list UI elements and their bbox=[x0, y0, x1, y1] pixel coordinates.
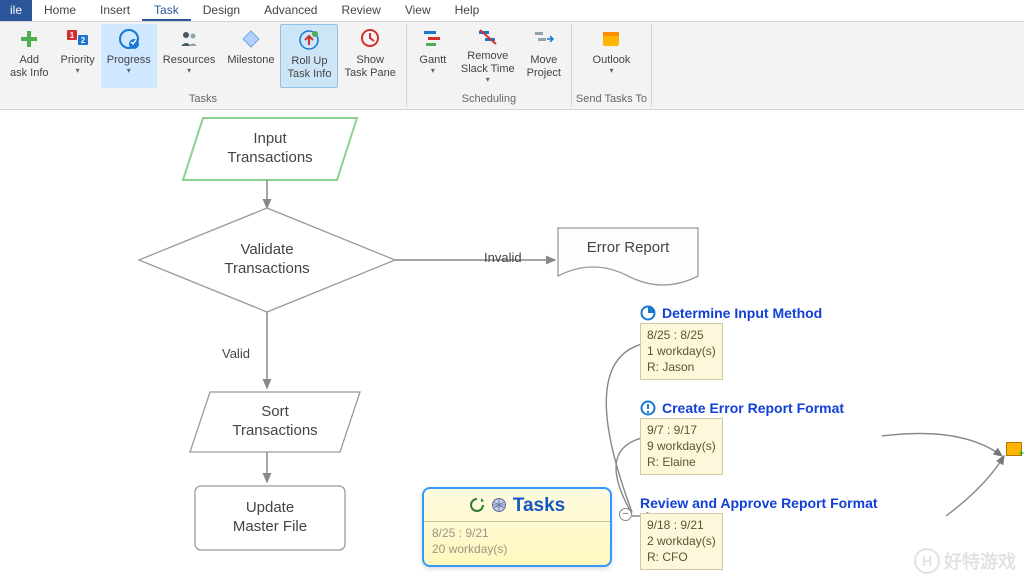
ribbon-group-label: Scheduling bbox=[411, 91, 567, 107]
tasks-meta: 8/25 : 9/21 20 workday(s) bbox=[424, 521, 610, 561]
refresh-icon bbox=[469, 497, 485, 516]
flowchart-canvas[interactable]: Input Transactions Validate Transactions… bbox=[0, 110, 1024, 580]
pie-icon bbox=[640, 305, 656, 321]
chevron-down-icon: ▾ bbox=[76, 66, 80, 76]
side-task-determine-input[interactable]: Determine Input Method 8/25 : 8/25 1 wor… bbox=[640, 305, 890, 380]
chevron-down-icon: ▾ bbox=[431, 66, 435, 76]
node-validate-transactions[interactable]: Validate Transactions bbox=[139, 208, 395, 312]
chevron-down-icon: ▾ bbox=[486, 75, 490, 85]
chevron-down-icon: ▾ bbox=[609, 66, 613, 76]
globe-icon bbox=[491, 497, 507, 516]
gantt-button[interactable]: Gantt ▾ bbox=[411, 24, 455, 88]
ribbon-label: Addask Info bbox=[10, 54, 49, 80]
ribbon-label: Roll UpTask Info bbox=[287, 55, 331, 81]
label-valid: Valid bbox=[222, 346, 250, 361]
watermark: H好特游戏 bbox=[914, 548, 1016, 574]
tab-insert[interactable]: Insert bbox=[88, 0, 142, 21]
collapse-toggle[interactable]: − bbox=[619, 508, 632, 521]
node-sort-transactions[interactable]: Sort Transactions bbox=[190, 392, 360, 452]
tab-review[interactable]: Review bbox=[329, 0, 392, 21]
move-project-icon bbox=[532, 27, 556, 51]
task-pane-icon bbox=[358, 27, 382, 51]
side-task-title: Create Error Report Format bbox=[662, 400, 844, 416]
ribbon: Addask Info 12 Priority ▾ Progress ▾ Res… bbox=[0, 22, 1024, 110]
tasks-summary-node[interactable]: Tasks 8/25 : 9/21 20 workday(s) bbox=[422, 487, 612, 567]
svg-text:2: 2 bbox=[80, 36, 85, 45]
ribbon-group-tasks: Addask Info 12 Priority ▾ Progress ▾ Res… bbox=[0, 24, 407, 107]
node-update-master-file[interactable]: Update Master File bbox=[195, 486, 345, 550]
roll-up-task-info-button[interactable]: Roll UpTask Info bbox=[280, 24, 338, 88]
ribbon-label: Milestone bbox=[227, 54, 274, 67]
milestone-button[interactable]: Milestone bbox=[221, 24, 280, 88]
outlook-icon bbox=[599, 27, 623, 51]
tab-home[interactable]: Home bbox=[32, 0, 88, 21]
priority-icon: 12 bbox=[66, 27, 90, 51]
link-marker-icon[interactable] bbox=[1006, 442, 1022, 456]
tasks-title: Tasks bbox=[513, 495, 565, 517]
tab-help[interactable]: Help bbox=[443, 0, 492, 21]
tab-task[interactable]: Task bbox=[142, 0, 191, 21]
ribbon-label: MoveProject bbox=[527, 54, 561, 80]
tab-design[interactable]: Design bbox=[191, 0, 252, 21]
side-task-title: Review and Approve Report Format bbox=[640, 495, 878, 511]
node-input-transactions[interactable]: Input Transactions bbox=[183, 118, 357, 180]
add-task-info-button[interactable]: Addask Info bbox=[4, 24, 55, 88]
chevron-down-icon: ▾ bbox=[187, 66, 191, 76]
ribbon-group-label: Tasks bbox=[4, 91, 402, 107]
ribbon-label: ShowTask Pane bbox=[344, 54, 395, 80]
tab-file[interactable]: ile bbox=[0, 0, 32, 21]
resources-button[interactable]: Resources ▾ bbox=[157, 24, 222, 88]
show-task-pane-button[interactable]: ShowTask Pane bbox=[338, 24, 401, 88]
tab-bar: ile Home Insert Task Design Advanced Rev… bbox=[0, 0, 1024, 22]
rollup-icon bbox=[297, 28, 321, 52]
side-task-meta: 8/25 : 8/25 1 workday(s) R: Jason bbox=[640, 323, 723, 380]
milestone-icon bbox=[239, 27, 263, 51]
chevron-down-icon: ▾ bbox=[127, 66, 131, 76]
label-invalid: Invalid bbox=[484, 250, 522, 265]
side-task-create-error-report[interactable]: Create Error Report Format 9/7 : 9/17 9 … bbox=[640, 400, 890, 475]
side-task-title: Determine Input Method bbox=[662, 305, 822, 321]
side-task-meta: 9/18 : 9/21 2 workday(s) R: CFO bbox=[640, 513, 723, 570]
svg-text:1: 1 bbox=[69, 31, 74, 40]
plus-green-icon bbox=[17, 27, 41, 51]
alert-icon bbox=[640, 400, 656, 416]
node-error-report[interactable]: Error Report bbox=[558, 228, 698, 268]
slack-icon bbox=[476, 27, 500, 47]
side-task-review-approve[interactable]: Review and Approve Report Format 9/18 : … bbox=[640, 495, 890, 570]
gantt-icon bbox=[421, 27, 445, 51]
progress-button[interactable]: Progress ▾ bbox=[101, 24, 157, 88]
ribbon-label: RemoveSlack Time bbox=[461, 50, 515, 76]
ribbon-group-send-tasks: Outlook ▾ Send Tasks To bbox=[572, 24, 652, 107]
ribbon-group-label: Send Tasks To bbox=[576, 91, 647, 107]
tab-view[interactable]: View bbox=[393, 0, 443, 21]
side-task-meta: 9/7 : 9/17 9 workday(s) R: Elaine bbox=[640, 418, 723, 475]
resources-icon bbox=[177, 27, 201, 51]
tab-advanced[interactable]: Advanced bbox=[252, 0, 329, 21]
outlook-button[interactable]: Outlook ▾ bbox=[587, 24, 637, 88]
remove-slack-time-button[interactable]: RemoveSlack Time ▾ bbox=[455, 24, 521, 88]
move-project-button[interactable]: MoveProject bbox=[521, 24, 567, 88]
ribbon-group-scheduling: Gantt ▾ RemoveSlack Time ▾ MoveProject S… bbox=[407, 24, 572, 107]
progress-icon bbox=[117, 27, 141, 51]
priority-button[interactable]: 12 Priority ▾ bbox=[55, 24, 101, 88]
